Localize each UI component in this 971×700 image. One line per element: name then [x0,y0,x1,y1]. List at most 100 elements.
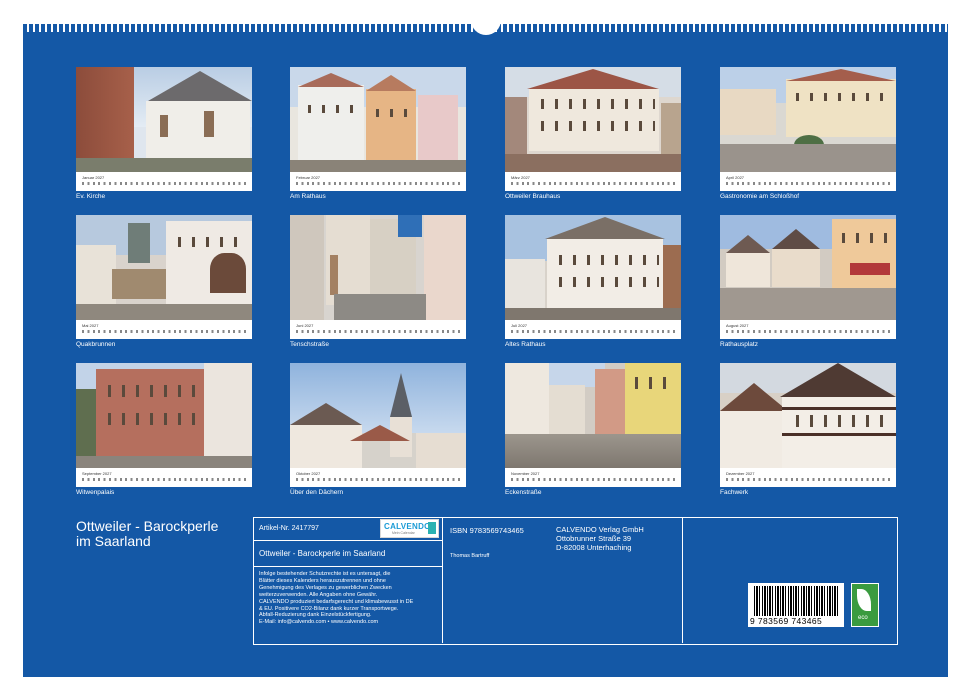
isbn-barcode: 9 783569 743465 [748,583,844,627]
month-caption: Über den Dächern [290,489,344,496]
barcode-bars [754,586,840,616]
legal-line: Blätter dieses Kalenders herauszutrennen… [259,577,386,584]
month-label: Oktober 2027 [296,471,321,476]
calendar-strip: Juni 2027 [290,320,466,339]
month-thumb-august: August 2027 Rathausplatz [720,215,896,348]
month-thumb-may: Mai 2027 Quakbrunnen [76,215,252,348]
month-photo [76,67,252,172]
calendar-strip: März 2027 [505,172,681,191]
legal-text: Infolge bestehender Schutzrechte ist es … [259,571,413,626]
month-caption: Ev. Kirche [76,193,106,200]
isbn: ISBN 9783569743465 [450,526,524,535]
day-grid [296,182,462,185]
month-thumb-january: Januar 2027 Ev. Kirche [76,67,252,200]
day-grid [511,330,677,333]
info-divider [442,517,443,643]
day-grid [296,330,462,333]
month-caption: Am Rathaus [290,193,326,200]
calendar-strip: Februar 2027 [290,172,466,191]
calendar-title: Ottweiler - Barockperle im Saarland [76,518,219,549]
month-photo [290,215,466,320]
month-caption: Eckenstraße [505,489,542,496]
author: Thomas Bartruff [450,553,490,559]
product-title: Ottweiler - Barockperle im Saarland [259,549,386,558]
day-grid [82,478,248,481]
month-thumb-july: Juli 2027 Altes Rathaus [505,215,681,348]
month-thumb-february: Februar 2027 Am Rathaus [290,67,466,200]
month-caption: Quakbrunnen [76,341,116,348]
month-photo [505,67,681,172]
calendar-strip: Juli 2027 [505,320,681,339]
publisher-name: CALVENDO Verlag GmbH [556,525,644,534]
calendar-strip: Januar 2027 [76,172,252,191]
info-divider [253,540,443,541]
month-photo [76,363,252,468]
month-label: März 2027 [511,175,530,180]
month-label: Januar 2027 [82,175,105,180]
calendar-strip: November 2027 [505,468,681,487]
month-label: April 2027 [726,175,745,180]
logo-word: CALVENDO [384,522,431,531]
day-grid [511,182,677,185]
month-photo [290,67,466,172]
month-photo [505,363,681,468]
month-caption: Tenschstraße [290,341,330,348]
month-label: Juni 2027 [296,323,314,328]
info-divider [253,566,443,567]
barcode-number: 9 783569 743465 [750,616,823,626]
calendar-strip: August 2027 [720,320,896,339]
day-grid [82,182,248,185]
month-label: November 2027 [511,471,540,476]
eco-badge: eco [851,583,879,627]
month-label: Mai 2027 [82,323,99,328]
eco-label: eco [858,615,868,621]
legal-line: Genehmigung des Verlages zu gewerblichen… [259,584,392,591]
month-caption: Ottweiler Brauhaus [505,193,561,200]
calendar-strip: Dezember 2027 [720,468,896,487]
month-caption: Altes Rathaus [505,341,546,348]
month-label: September 2027 [82,471,112,476]
day-grid [726,182,892,185]
publisher-street: Ottobrunner Straße 39 [556,534,632,543]
article-number: Artikel-Nr. 2417797 [259,525,319,532]
month-photo [720,67,896,172]
month-photo [76,215,252,320]
calendar-strip: September 2027 [76,468,252,487]
legal-line: E-Mail: info@calvendo.com • www.calvendo… [259,619,379,626]
month-photo [720,215,896,320]
month-thumb-april: April 2027 Gastronomie am Schloßhof [720,67,896,200]
legal-line: & EU. Positivere CO2-Bilanz dank kurzer … [259,605,399,612]
month-thumb-june: Juni 2027 Tenschstraße [290,215,466,348]
month-photo [505,215,681,320]
info-divider [682,517,683,643]
month-thumb-march: März 2027 Ottweiler Brauhaus [505,67,681,200]
legal-line: Infolge bestehender Schutzrechte ist es … [259,571,391,577]
month-label: Februar 2027 [296,175,321,180]
month-photo [720,363,896,468]
calendar-strip: Mai 2027 [76,320,252,339]
day-grid [511,478,677,481]
day-grid [726,478,892,481]
calvendo-logo: CALVENDO Mein Calendar [380,519,439,538]
day-grid [726,330,892,333]
month-thumb-october: Oktober 2027 Über den Dächern [290,363,466,496]
month-caption: Witwenpalais [76,489,115,496]
month-photo [290,363,466,468]
calendar-strip: April 2027 [720,172,896,191]
month-thumb-september: September 2027 Witwenpalais [76,363,252,496]
legal-line: CALVENDO produziert bedarfsgerecht und k… [259,598,414,605]
month-caption: Gastronomie am Schloßhof [720,193,800,200]
logo-mark-icon [428,522,436,534]
publisher-city: D-82008 Unterhaching [556,543,632,552]
publisher-address: CALVENDO Verlag GmbH Ottobrunner Straße … [556,525,644,552]
legal-line: weiterzuverwenden. Alle Angaben ohne Gew… [259,591,378,598]
month-caption: Fachwerk [720,489,749,496]
legal-line: Abfall-Reduzierung dank Einzelstückferti… [259,612,372,619]
month-label: August 2027 [726,323,749,328]
day-grid [82,330,248,333]
month-label: Dezember 2027 [726,471,755,476]
month-thumb-november: November 2027 Eckenstraße [505,363,681,496]
day-grid [296,478,462,481]
month-thumb-december: Dezember 2027 Fachwerk [720,363,896,496]
month-caption: Rathausplatz [720,341,758,348]
